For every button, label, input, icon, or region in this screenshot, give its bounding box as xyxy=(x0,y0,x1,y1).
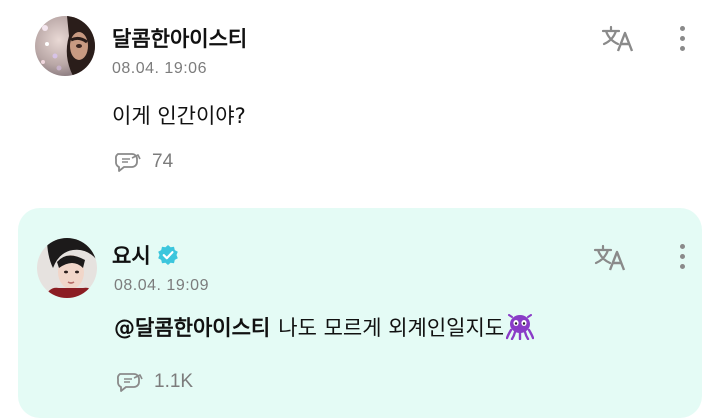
author-name[interactable]: 달콤한아이스티 xyxy=(112,23,247,53)
translate-button[interactable] xyxy=(600,25,636,53)
reply-bubble-icon xyxy=(115,153,141,172)
reply-count: 74 xyxy=(152,151,174,172)
timestamp: 08.04. 19:06 xyxy=(112,60,207,77)
translate-button[interactable] xyxy=(592,244,628,272)
reply-button[interactable]: 1.1K xyxy=(114,370,193,394)
comment-item: 달콤한아이스티 08.04. 19:06 이게 인간이야? 74 xyxy=(0,0,720,205)
reply-button[interactable]: 74 xyxy=(112,150,173,174)
comment-text: 나도 모르게 외계인일지도 xyxy=(278,316,505,340)
avatar[interactable] xyxy=(35,16,95,76)
more-vertical-icon xyxy=(679,26,685,31)
translate-icon xyxy=(601,25,634,52)
comment-item-highlighted: 요시 08.04. 19:09 @달콤한아이스티 나도 모르게 외계인일지도 1… xyxy=(18,208,702,418)
verified-badge-icon xyxy=(157,245,178,265)
more-options-button[interactable] xyxy=(676,244,688,272)
author-name[interactable]: 요시 xyxy=(112,240,151,270)
avatar[interactable] xyxy=(37,238,97,298)
mention-link[interactable]: @달콤한아이스티 xyxy=(114,312,270,342)
comment-text-row: @달콤한아이스티 나도 모르게 외계인일지도 xyxy=(114,312,535,342)
comment-text: 이게 인간이야? xyxy=(112,104,246,128)
alien-monster-emoji xyxy=(506,314,535,340)
more-vertical-icon xyxy=(679,244,685,249)
more-options-button[interactable] xyxy=(676,26,688,54)
timestamp: 08.04. 19:09 xyxy=(114,277,209,294)
author-name-row: 요시 xyxy=(112,240,179,270)
reply-count: 1.1K xyxy=(154,371,194,392)
translate-icon xyxy=(593,244,626,271)
reply-bubble-icon xyxy=(117,373,143,392)
